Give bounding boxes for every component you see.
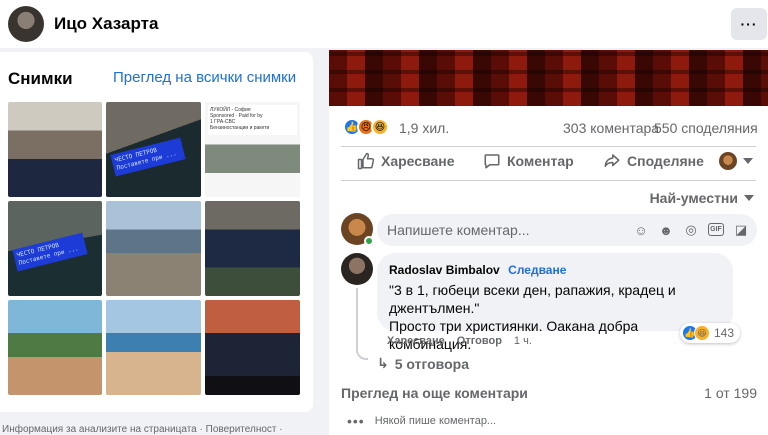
page-header: Ицо Хазарта ··· [0, 0, 768, 48]
post-image[interactable] [329, 50, 768, 106]
photo-thumbnail[interactable] [205, 300, 300, 395]
comment-input[interactable] [377, 214, 647, 246]
voting-screen-text: ЧЕСТО ПЕТРОВ Поставете при ... [12, 232, 88, 272]
reactions-summary[interactable]: 👍 😠 😆 [343, 118, 389, 136]
composer-tools: ☺ ☻ ◎ GIF ◪ [633, 222, 749, 238]
chevron-down-icon [744, 195, 754, 201]
comment-button[interactable]: Коментар [483, 152, 574, 170]
shares-count[interactable]: 550 споделяния [654, 120, 758, 136]
comment-reaction-count: 143 [714, 326, 735, 340]
comment-pager: 1 от 199 [704, 385, 757, 401]
sticker-icon[interactable]: ◪ [733, 222, 749, 238]
typing-dots-icon: ••• [347, 413, 365, 429]
more-options-button[interactable]: ··· [731, 8, 767, 40]
comment-sort-dropdown[interactable]: Най-уместни [650, 190, 754, 206]
page-title[interactable]: Ицо Хазарта [54, 14, 158, 34]
avatar-sticker-icon[interactable]: ☺ [633, 222, 649, 238]
comment-label: Коментар [507, 153, 574, 169]
photo-thumbnail[interactable] [106, 300, 201, 395]
photo-thumbnail[interactable]: ЛУКОЙЛ - София Sponsored · Paid for by 1… [205, 102, 300, 197]
chevron-down-icon [743, 158, 753, 164]
comment-composer: ☺ ☻ ◎ GIF ◪ [377, 214, 757, 246]
comment-icon [484, 154, 500, 169]
photos-card: Снимки Преглед на всички снимки ЧЕСТО ПЕ… [0, 52, 313, 412]
typing-indicator: ••• Някой пише коментар... [347, 413, 496, 429]
photo-grid: ЧЕСТО ПЕТРОВ Поставете при ... ЛУКОЙЛ - … [8, 102, 300, 395]
divider [341, 180, 756, 181]
see-all-photos-link[interactable]: Преглед на всички снимки [113, 69, 296, 86]
post-actions: Харесване Коментар Споделяне [341, 146, 756, 180]
like-label: Харесване [381, 153, 455, 169]
comment-timestamp[interactable]: 1 ч. [514, 335, 532, 347]
commenter-avatar[interactable] [341, 253, 373, 285]
gif-icon[interactable]: GIF [708, 223, 724, 236]
page-avatar[interactable] [8, 6, 44, 42]
comment-bubble: Radoslav Bimbalov Следване "3 в 1, гюбец… [377, 253, 733, 352]
photo-thumbnail[interactable] [106, 201, 201, 296]
comment-actions: Харесване Отговор 1 ч. [387, 335, 532, 347]
sort-label: Най-уместни [649, 190, 738, 206]
photo-thumbnail[interactable] [8, 102, 102, 197]
like-icon [357, 152, 375, 170]
photo-thumbnail[interactable]: ЧЕСТО ПЕТРОВ Поставете при ... [8, 201, 102, 296]
share-icon [604, 154, 620, 167]
replies-label: 5 отговора [394, 355, 469, 372]
profile-avatar-small [719, 152, 737, 170]
typing-label: Някой пише коментар... [374, 415, 497, 427]
online-status-dot [364, 236, 374, 246]
comments-count[interactable]: 303 коментара [563, 120, 659, 136]
like-button[interactable]: Харесване [357, 152, 455, 170]
react-as-selector[interactable] [719, 152, 753, 170]
emoji-icon[interactable]: ☻ [658, 222, 674, 238]
comment-like-button[interactable]: Харесване [387, 335, 445, 347]
photo-thumbnail[interactable] [205, 201, 300, 296]
photo-thumbnail[interactable]: ЧЕСТО ПЕТРОВ Поставете при ... [106, 102, 201, 197]
more-icon: ··· [740, 16, 758, 32]
photos-title: Снимки [8, 69, 73, 88]
reply-arrow-icon: ↳ [377, 355, 389, 371]
footer-links[interactable]: Информация за анализите на страницата · … [2, 424, 283, 435]
post-card: 👍 😠 😆 1,9 хил. 303 коментара 550 споделя… [329, 106, 768, 435]
comment-reply-button[interactable]: Отговор [457, 335, 502, 347]
view-replies-link[interactable]: ↳ 5 отговора [377, 355, 469, 372]
comment-reactions[interactable]: 👍 😆 143 [680, 323, 741, 343]
haha-reaction-icon: 😆 [694, 325, 710, 341]
camera-icon[interactable]: ◎ [683, 222, 699, 238]
reply-thread-line [356, 288, 368, 360]
view-more-comments-link[interactable]: Преглед на още коментари [341, 385, 528, 401]
haha-reaction-icon: 😆 [371, 118, 389, 136]
ad-screenshot-text: ЛУКОЙЛ - София Sponsored · Paid for by 1… [208, 105, 297, 135]
reaction-count[interactable]: 1,9 хил. [399, 120, 449, 136]
photo-thumbnail[interactable] [8, 300, 102, 395]
post-stats: 👍 😠 😆 1,9 хил. 303 коментара 550 споделя… [343, 118, 761, 138]
share-label: Споделяне [627, 153, 704, 169]
voting-screen-text: ЧЕСТО ПЕТРОВ Поставете при ... [110, 137, 186, 177]
follow-link[interactable]: Следване [508, 263, 566, 277]
comment-author[interactable]: Radoslav Bimbalov [389, 263, 500, 277]
share-button[interactable]: Споделяне [603, 152, 704, 170]
